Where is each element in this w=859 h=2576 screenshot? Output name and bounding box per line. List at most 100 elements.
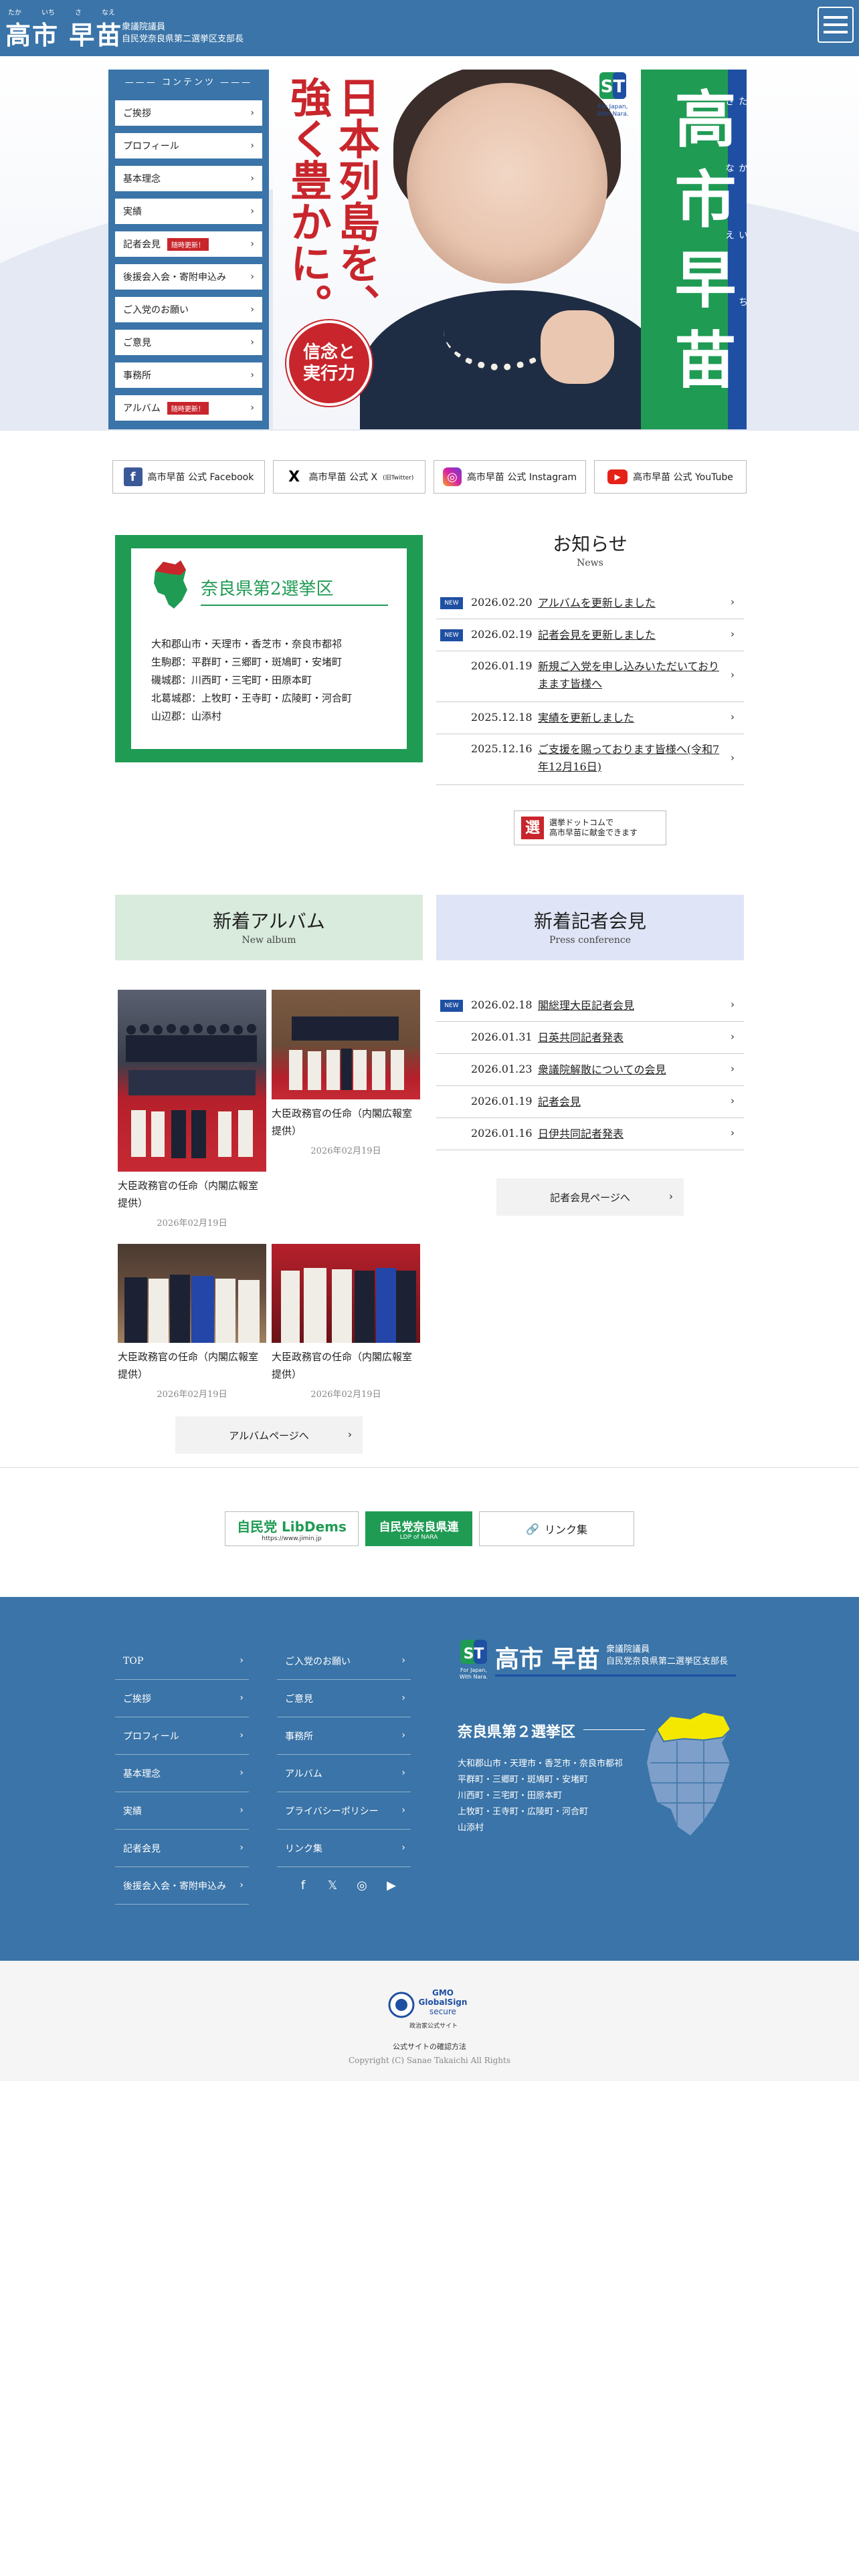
footer-link-opinion[interactable]: ご意見 › [277, 1680, 411, 1717]
instagram-link[interactable]: ◎ 高市早苗 公式 Instagram [434, 460, 586, 494]
logo-role: 衆議院議員 [122, 22, 166, 32]
chevron-right-icon: › [348, 1428, 352, 1440]
sidebar-item-join[interactable]: ご入党のお願い › [115, 297, 262, 322]
facebook-icon[interactable]: f [294, 1876, 312, 1894]
footer-link-greeting[interactable]: ご挨拶 › [115, 1680, 249, 1717]
site-logo[interactable]: 高市 早苗 [5, 15, 122, 51]
press-item[interactable]: 2026.01.23 衆議院解散についての会見 › [436, 1054, 744, 1086]
press-item[interactable]: 2026.01.16 日伊共同記者発表 › [436, 1118, 744, 1150]
sidebar-item-album[interactable]: アルバム 随時更新！ › [115, 395, 262, 421]
link-list-button[interactable]: 🔗 リンク集 [479, 1511, 634, 1546]
chevron-right-icon: › [401, 1730, 405, 1741]
press-item[interactable]: 2026.01.31 日英共同記者発表 › [436, 1022, 744, 1054]
x-icon[interactable]: 𝕏 [324, 1876, 341, 1894]
nara-ldp-sub: LDP of NARA [399, 1533, 438, 1541]
footer-link-privacy[interactable]: プライバシーポリシー › [277, 1792, 411, 1830]
verify-link[interactable]: 公式サイトの確認方法 [0, 2041, 859, 2052]
footer-link-support[interactable]: 後援会入会・寄附申込み › [115, 1867, 249, 1905]
footer-link-office[interactable]: 事務所 › [277, 1717, 411, 1755]
facebook-link[interactable]: f 高市早苗 公式 Facebook [112, 460, 265, 494]
chevron-right-icon: › [250, 140, 254, 151]
portrait-face [407, 83, 607, 284]
album-photo[interactable] [272, 1244, 420, 1343]
album-caption[interactable]: 大臣政務官の任命（内閣広報室提供） [272, 1105, 420, 1140]
candidate-name-ruby: たかいちさなえ [724, 96, 747, 364]
press-page-button[interactable]: 記者会見ページへ › [496, 1178, 684, 1216]
sidebar-item-office[interactable]: 事務所 › [115, 362, 262, 388]
sidebar-item-greeting[interactable]: ご挨拶 › [115, 100, 262, 126]
menu-bar-icon [824, 31, 848, 33]
news-item[interactable]: 2025.12.18 実績を更新しました › [436, 702, 744, 734]
album-date: 2026年02月19日 [157, 1218, 227, 1228]
instagram-icon[interactable]: ◎ [353, 1876, 371, 1894]
album-photo[interactable] [118, 1244, 266, 1343]
press-link[interactable]: 日伊共同記者発表 [538, 1125, 720, 1143]
news-item[interactable]: NEW 2026.02.20 アルバムを更新しました › [436, 587, 744, 619]
news-link[interactable]: 記者会見を更新しました [538, 627, 720, 644]
footer-link-top[interactable]: TOP › [115, 1642, 249, 1680]
instagram-icon: ◎ [442, 467, 462, 486]
album-caption[interactable]: 大臣政務官の任命（内閣広報室提供） [118, 1177, 266, 1212]
portrait-fist [541, 310, 614, 384]
news-item[interactable]: NEW 2026.02.19 記者会見を更新しました › [436, 619, 744, 651]
footer-district-rule [583, 1729, 645, 1730]
new-badge: NEW [440, 1000, 463, 1012]
chevron-right-icon: › [250, 304, 254, 315]
youtube-icon[interactable]: ▶ [383, 1876, 400, 1894]
footer-link-profile[interactable]: プロフィール › [115, 1717, 249, 1755]
sidebar-item-support[interactable]: 後援会入会・寄附申込み › [115, 264, 262, 290]
sidebar-item-profile[interactable]: プロフィール › [115, 133, 262, 158]
chevron-right-icon: › [731, 1031, 735, 1043]
news-link[interactable]: アルバムを更新しました [538, 595, 720, 612]
press-link[interactable]: 日英共同記者発表 [538, 1029, 720, 1047]
press-link[interactable]: 記者会見 [538, 1093, 720, 1111]
youtube-link[interactable]: ▶ 高市早苗 公式 YouTube [594, 460, 747, 494]
news-link[interactable]: ご支援を賜っております皆様へ(令和7年12月16日) [538, 741, 720, 776]
sidebar-item-opinion[interactable]: ご意見 › [115, 330, 262, 355]
press-title: 新着記者会見 [533, 910, 646, 932]
press-item[interactable]: NEW 2026.02.18 閣総理大臣記者会見 › [436, 990, 744, 1022]
press-link[interactable]: 閣総理大臣記者会見 [538, 997, 720, 1014]
footer-name: 高市 早苗 [495, 1646, 600, 1673]
album-photo[interactable] [118, 990, 266, 1172]
footer-link-achievements[interactable]: 実績 › [115, 1792, 249, 1830]
press-item[interactable]: 2026.01.19 記者会見 › [436, 1086, 744, 1118]
album-caption[interactable]: 大臣政務官の任命（内閣広報室提供） [118, 1348, 266, 1383]
chevron-right-icon: › [250, 173, 254, 184]
slogan-line-1: 日本列島を、 [331, 76, 380, 325]
x-link[interactable]: X 高市早苗 公式 X (旧Twitter) [273, 460, 425, 494]
album-photo[interactable] [272, 990, 420, 1099]
chevron-right-icon: › [240, 1655, 244, 1666]
sidebar-item-press[interactable]: 記者会見 随時更新！ › [115, 231, 262, 257]
press-date: 2026.01.23 [471, 1063, 533, 1075]
press-date: 2026.01.16 [471, 1127, 533, 1140]
footer-link-links[interactable]: リンク集 › [277, 1830, 411, 1867]
footer-link-philosophy[interactable]: 基本理念 › [115, 1755, 249, 1792]
footer-link-join[interactable]: ご入党のお願い › [277, 1642, 411, 1680]
link-chain-icon: 🔗 [526, 1522, 539, 1535]
chevron-right-icon: › [731, 711, 735, 723]
chevron-right-icon: › [240, 1880, 244, 1891]
news-link[interactable]: 実績を更新しました [538, 710, 720, 727]
senkyo-icon: 選 [521, 817, 544, 839]
footer-link-album[interactable]: アルバム › [277, 1755, 411, 1792]
news-link[interactable]: 新規ご入党を申し込みいただいておりまます皆様へ [538, 658, 720, 693]
sidebar-item-philosophy[interactable]: 基本理念 › [115, 166, 262, 191]
chevron-right-icon: › [731, 628, 735, 640]
news-item[interactable]: 2026.01.19 新規ご入党を申し込みいただいておりまます皆様へ › [436, 651, 744, 702]
nara-ldp-banner-link[interactable]: 自民党奈良県連 LDP of NARA [365, 1511, 472, 1546]
chevron-right-icon: › [240, 1805, 244, 1816]
globalsign-seal[interactable]: GMO GlobalSign secure 政治家公式サイト [387, 1986, 472, 2033]
album-caption[interactable]: 大臣政務官の任命（内閣広報室提供） [272, 1348, 420, 1383]
donate-button[interactable]: 選 選挙ドットコムで 高市早苗に献金できます [514, 811, 666, 845]
footer-link-press[interactable]: 記者会見 › [115, 1830, 249, 1867]
footer-name-underline [495, 1675, 736, 1677]
jimin-banner-link[interactable]: 自民党 LibDems https://www.jimin.jp [225, 1511, 359, 1546]
chevron-right-icon: › [731, 1095, 735, 1107]
news-item[interactable]: 2025.12.16 ご支援を賜っております皆様へ(令和7年12月16日) › [436, 734, 744, 785]
sidebar-item-achievements[interactable]: 実績 › [115, 199, 262, 224]
hamburger-menu-button[interactable] [818, 7, 854, 43]
album-page-button[interactable]: アルバムページへ › [175, 1416, 363, 1454]
news-title: お知らせ [553, 533, 628, 555]
press-link[interactable]: 衆議院解散についての会見 [538, 1061, 720, 1079]
